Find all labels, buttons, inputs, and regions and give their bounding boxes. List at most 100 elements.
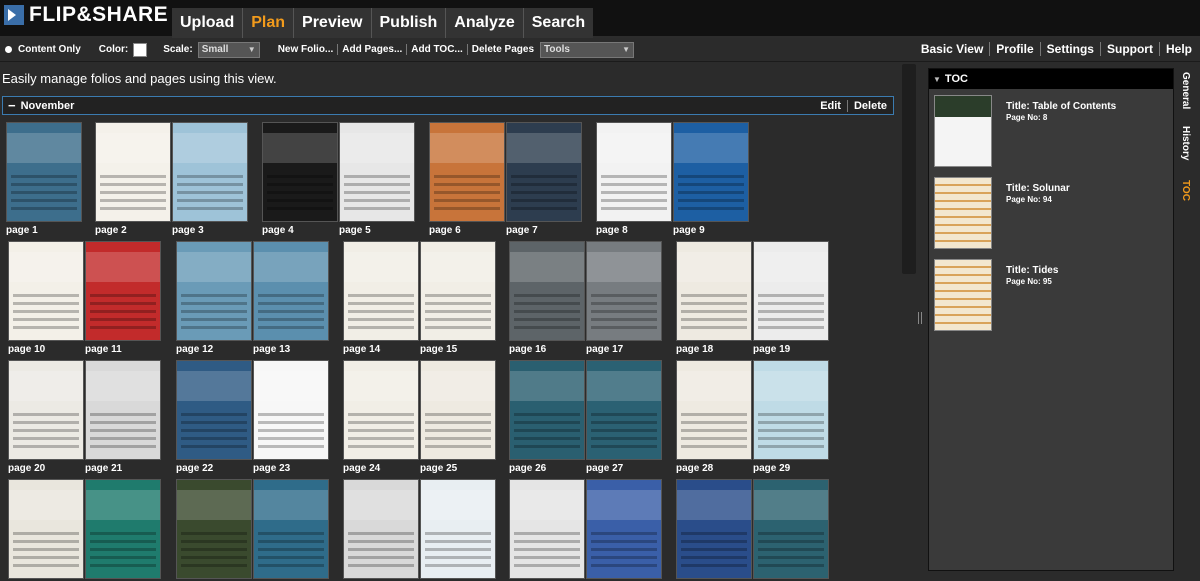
color-picker[interactable]: Color:: [99, 42, 148, 57]
page-image[interactable]: [6, 122, 82, 222]
page-image[interactable]: [420, 241, 496, 341]
page-image[interactable]: [676, 479, 752, 579]
collapse-icon[interactable]: −: [8, 98, 16, 113]
toc-thumbnail[interactable]: [934, 95, 992, 167]
toolbar-action-button[interactable]: Delete Pages: [466, 44, 538, 55]
page-image[interactable]: [586, 479, 662, 579]
page-thumbnail[interactable]: [509, 479, 585, 581]
page-thumbnail[interactable]: page 15: [420, 241, 496, 355]
page-image[interactable]: [339, 122, 415, 222]
side-tab-history[interactable]: History: [1180, 126, 1191, 160]
page-thumbnail[interactable]: page 22: [176, 360, 252, 474]
page-thumbnail[interactable]: page 7: [506, 122, 582, 236]
page-image[interactable]: [596, 122, 672, 222]
page-thumbnail[interactable]: page 27: [586, 360, 662, 474]
page-thumbnail[interactable]: page 4: [262, 122, 338, 236]
page-thumbnail[interactable]: page 19: [753, 241, 829, 355]
page-thumbnail[interactable]: page 23: [253, 360, 329, 474]
page-thumbnail[interactable]: page 1: [6, 122, 82, 236]
page-thumbnail[interactable]: page 6: [429, 122, 505, 236]
page-image[interactable]: [95, 122, 171, 222]
page-image[interactable]: [676, 241, 752, 341]
color-swatch[interactable]: [133, 42, 148, 57]
nav-tab-analyze[interactable]: Analyze: [445, 8, 522, 38]
page-image[interactable]: [753, 479, 829, 579]
vertical-scrollbar[interactable]: [902, 64, 916, 274]
page-image[interactable]: [586, 241, 662, 341]
scale-select[interactable]: Small ▼: [197, 41, 260, 58]
page-thumbnail[interactable]: page 25: [420, 360, 496, 474]
page-thumbnail[interactable]: page 8: [596, 122, 672, 236]
page-thumbnail[interactable]: page 12: [176, 241, 252, 355]
page-image[interactable]: [8, 479, 84, 579]
page-image[interactable]: [343, 241, 419, 341]
logo[interactable]: FLIP&SHARE: [4, 3, 168, 26]
page-thumbnail[interactable]: page 13: [253, 241, 329, 355]
right-nav-basic-view[interactable]: Basic View: [915, 42, 989, 56]
page-thumbnail[interactable]: page 3: [172, 122, 248, 236]
page-thumbnail[interactable]: page 16: [509, 241, 585, 355]
page-thumbnail[interactable]: page 29: [753, 360, 829, 474]
content-only-option[interactable]: Content Only: [0, 44, 81, 55]
page-image[interactable]: [85, 360, 161, 460]
page-thumbnail[interactable]: [176, 479, 252, 581]
page-image[interactable]: [509, 360, 585, 460]
toolbar-action-button[interactable]: Add Pages...: [337, 44, 406, 55]
page-image[interactable]: [420, 479, 496, 579]
nav-tab-preview[interactable]: Preview: [293, 8, 370, 38]
folio-delete-button[interactable]: Delete: [846, 99, 893, 112]
nav-tab-upload[interactable]: Upload: [172, 8, 242, 38]
page-image[interactable]: [8, 241, 84, 341]
nav-tab-publish[interactable]: Publish: [370, 8, 446, 38]
page-thumbnail[interactable]: page 9: [673, 122, 749, 236]
folio-edit-button[interactable]: Edit: [814, 100, 847, 112]
page-image[interactable]: [753, 360, 829, 460]
toolbar-action-button[interactable]: New Folio...: [274, 44, 338, 55]
toolbar-action-button[interactable]: Add TOC...: [406, 44, 466, 55]
page-thumbnail[interactable]: [8, 479, 84, 581]
page-thumbnail[interactable]: page 26: [509, 360, 585, 474]
page-thumbnail[interactable]: page 14: [343, 241, 419, 355]
radio-icon[interactable]: [5, 46, 12, 53]
page-image[interactable]: [8, 360, 84, 460]
panel-splitter[interactable]: [918, 312, 922, 324]
page-thumbnail[interactable]: page 18: [676, 241, 752, 355]
page-image[interactable]: [506, 122, 582, 222]
right-nav-help[interactable]: Help: [1158, 42, 1198, 56]
toc-thumbnail[interactable]: [934, 177, 992, 249]
page-thumbnail[interactable]: page 11: [85, 241, 161, 355]
page-image[interactable]: [176, 241, 252, 341]
page-thumbnail[interactable]: page 21: [85, 360, 161, 474]
page-image[interactable]: [253, 241, 329, 341]
page-thumbnail[interactable]: page 28: [676, 360, 752, 474]
page-image[interactable]: [586, 360, 662, 460]
nav-tab-plan[interactable]: Plan: [242, 8, 293, 38]
page-image[interactable]: [420, 360, 496, 460]
toc-header[interactable]: ▼ TOC: [929, 69, 1173, 89]
page-thumbnail[interactable]: [253, 479, 329, 581]
nav-tab-search[interactable]: Search: [522, 8, 593, 38]
page-thumbnail[interactable]: page 20: [8, 360, 84, 474]
page-thumbnail[interactable]: [343, 479, 419, 581]
page-thumbnail[interactable]: [676, 479, 752, 581]
page-image[interactable]: [85, 241, 161, 341]
right-nav-settings[interactable]: Settings: [1039, 42, 1100, 56]
page-image[interactable]: [85, 479, 161, 579]
page-image[interactable]: [753, 241, 829, 341]
page-image[interactable]: [343, 479, 419, 579]
page-image[interactable]: [676, 360, 752, 460]
page-image[interactable]: [429, 122, 505, 222]
page-thumbnail[interactable]: [753, 479, 829, 581]
folio-bar[interactable]: − November Edit Delete: [2, 96, 894, 115]
page-image[interactable]: [343, 360, 419, 460]
tools-select[interactable]: Tools ▼: [540, 41, 635, 58]
page-image[interactable]: [509, 479, 585, 579]
side-tab-general[interactable]: General: [1180, 72, 1191, 109]
page-image[interactable]: [673, 122, 749, 222]
page-thumbnail[interactable]: page 17: [586, 241, 662, 355]
page-image[interactable]: [176, 360, 252, 460]
page-image[interactable]: [509, 241, 585, 341]
right-nav-support[interactable]: Support: [1099, 42, 1159, 56]
page-thumbnail[interactable]: page 10: [8, 241, 84, 355]
page-thumbnail[interactable]: page 24: [343, 360, 419, 474]
